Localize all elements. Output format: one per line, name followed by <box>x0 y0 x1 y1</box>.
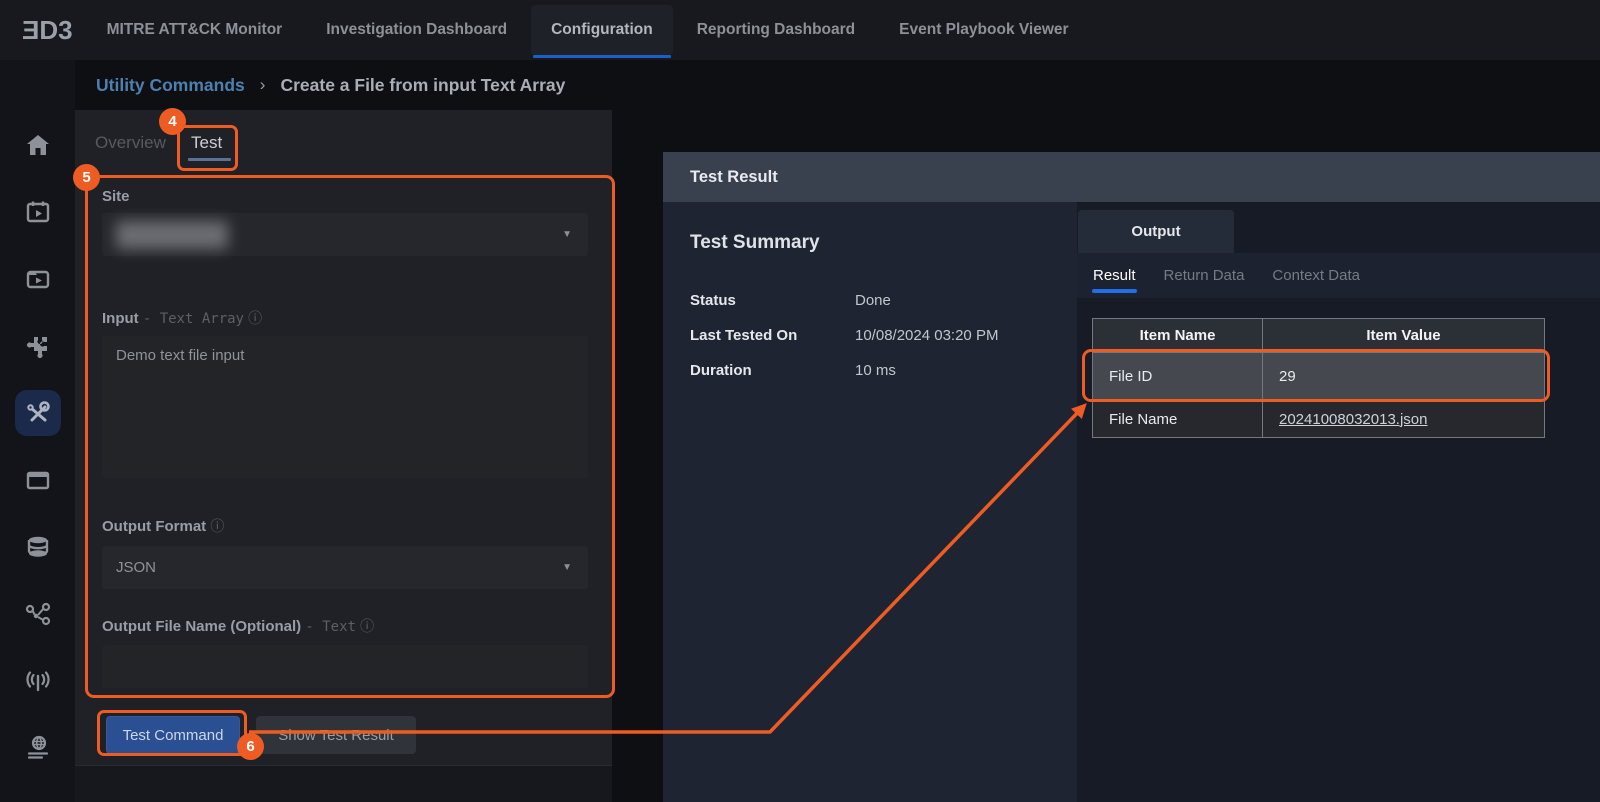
home-icon <box>25 132 51 158</box>
sidebar-item-reports[interactable] <box>15 792 61 802</box>
output-subtabs: Result Return Data Context Data <box>1077 253 1600 298</box>
table-header-item-name: Item Name <box>1093 319 1263 352</box>
input-textarea[interactable]: Demo text file input <box>102 336 588 478</box>
site-label: Site <box>102 188 130 205</box>
sidebar-item-schedule[interactable] <box>15 189 61 235</box>
d3-logo: ƎD3 <box>22 15 73 46</box>
summary-label: Last Tested On <box>690 327 855 344</box>
nav-item-reporting-dashboard[interactable]: Reporting Dashboard <box>697 21 855 39</box>
test-command-button[interactable]: Test Command <box>106 716 240 754</box>
nav-item-configuration[interactable]: Configuration <box>531 5 673 55</box>
nav-item-mitre-attack-monitor[interactable]: MITRE ATT&CK Monitor <box>107 21 283 39</box>
summary-label: Status <box>690 292 855 309</box>
table-header-row: Item Name Item Value <box>1093 319 1544 352</box>
nav-item-investigation-dashboard[interactable]: Investigation Dashboard <box>326 21 507 39</box>
breadcrumb-chevron-icon: › <box>260 75 266 95</box>
puzzle-icon <box>24 333 51 360</box>
sidebar-icon-rail <box>0 60 75 802</box>
subtab-return-data[interactable]: Return Data <box>1164 267 1245 284</box>
output-file-name-type-hint: Text <box>322 619 356 635</box>
summary-row-duration: Duration 10 ms <box>690 362 998 379</box>
site-select[interactable]: ▼ <box>102 213 588 256</box>
output-file-name-label-text: Output File Name (Optional) <box>102 618 301 635</box>
annotation-badge-6: 6 <box>237 733 264 760</box>
show-test-result-button[interactable]: Show Test Result <box>256 716 416 754</box>
summary-value: 10 ms <box>855 362 896 379</box>
board-icon <box>25 467 51 493</box>
tab-output[interactable]: Output <box>1078 210 1234 253</box>
input-separator: - <box>143 311 160 327</box>
sidebar-item-database[interactable] <box>15 524 61 570</box>
sidebar-item-utility-commands[interactable] <box>15 390 61 436</box>
cell-file-id-value: 29 <box>1263 368 1296 385</box>
test-result-header: Test Result <box>663 152 1600 202</box>
summary-label: Duration <box>690 362 855 379</box>
database-icon <box>25 534 51 560</box>
output-format-label-text: Output Format <box>102 518 206 535</box>
output-format-value: JSON <box>116 559 156 576</box>
info-icon[interactable]: ⓘ <box>248 310 262 326</box>
table-header-item-value: Item Value <box>1263 319 1544 352</box>
sidebar-item-integrations[interactable] <box>15 323 61 369</box>
sidebar-item-board[interactable] <box>15 457 61 503</box>
info-icon[interactable]: ⓘ <box>210 518 224 534</box>
output-file-name-separator: - <box>305 619 322 635</box>
chevron-down-icon: ▼ <box>562 562 572 573</box>
test-result-window: Test Result Test Summary Status Done Las… <box>663 152 1600 802</box>
panel-footer <box>75 766 612 802</box>
cell-file-name-name: File Name <box>1093 411 1177 428</box>
test-result-title: Test Result <box>690 168 778 187</box>
table-row-file-name: File Name 20241008032013.json <box>1093 400 1544 437</box>
tools-icon <box>24 399 52 427</box>
input-label-text: Input <box>102 310 139 327</box>
tab-test-active-underline <box>188 158 231 161</box>
chevron-down-icon: ▼ <box>562 229 572 240</box>
calendar-play-icon <box>25 199 51 225</box>
output-format-label: Output Format ⓘ <box>102 516 224 536</box>
summary-row-status: Status Done <box>690 292 998 309</box>
tab-test[interactable]: Test <box>191 133 222 153</box>
annotation-badge-5: 5 <box>73 164 100 191</box>
summary-value: Done <box>855 292 891 309</box>
output-format-select[interactable]: JSON ▼ <box>102 546 588 589</box>
summary-value: 10/08/2024 03:20 PM <box>855 327 998 344</box>
subtab-context-data[interactable]: Context Data <box>1272 267 1360 284</box>
annotation-badge-4: 4 <box>159 108 186 135</box>
input-label: Input - Text Array ⓘ <box>102 308 262 328</box>
sidebar-item-link-analysis[interactable] <box>15 591 61 637</box>
output-file-name-input[interactable] <box>102 645 588 688</box>
test-result-body: Test Summary Status Done Last Tested On … <box>663 202 1600 802</box>
test-summary-title: Test Summary <box>690 232 820 254</box>
summary-row-last-tested-on: Last Tested On 10/08/2024 03:20 PM <box>690 327 998 344</box>
page-title: Create a File from input Text Array <box>280 75 565 96</box>
app-screen: ƎD3 MITRE ATT&CK Monitor Investigation D… <box>0 0 1600 802</box>
input-type-hint: Text Array <box>160 311 244 327</box>
sidebar-item-home[interactable] <box>15 122 61 168</box>
table-row-file-id: File ID 29 <box>1093 352 1544 400</box>
top-navigation: ƎD3 MITRE ATT&CK Monitor Investigation D… <box>0 0 1600 60</box>
test-summary-rows: Status Done Last Tested On 10/08/2024 03… <box>690 292 998 397</box>
share-nodes-icon <box>25 601 51 627</box>
sidebar-item-playbooks[interactable] <box>15 256 61 302</box>
file-download-link[interactable]: 20241008032013.json <box>1263 411 1427 428</box>
sidebar-item-web[interactable] <box>15 725 61 771</box>
folder-play-icon <box>25 266 51 292</box>
nav-item-event-playbook-viewer[interactable]: Event Playbook Viewer <box>899 21 1068 39</box>
sidebar-item-broadcast[interactable] <box>15 658 61 704</box>
breadcrumb: Utility Commands › Create a File from in… <box>75 60 565 110</box>
result-table: Item Name Item Value File ID 29 File Nam… <box>1092 318 1545 438</box>
web-globe-icon <box>25 735 51 761</box>
broadcast-icon <box>25 668 51 694</box>
info-icon[interactable]: ⓘ <box>360 618 374 634</box>
command-test-panel: Overview Test Site ▼ Input - Text Array … <box>75 110 612 802</box>
cell-file-id-name: File ID <box>1093 368 1152 385</box>
subtab-result[interactable]: Result <box>1093 267 1136 284</box>
tab-overview[interactable]: Overview <box>95 133 166 153</box>
site-value-redacted <box>116 221 228 249</box>
breadcrumb-link-utility-commands[interactable]: Utility Commands <box>96 75 245 96</box>
output-file-name-label: Output File Name (Optional) - Text ⓘ <box>102 616 374 636</box>
